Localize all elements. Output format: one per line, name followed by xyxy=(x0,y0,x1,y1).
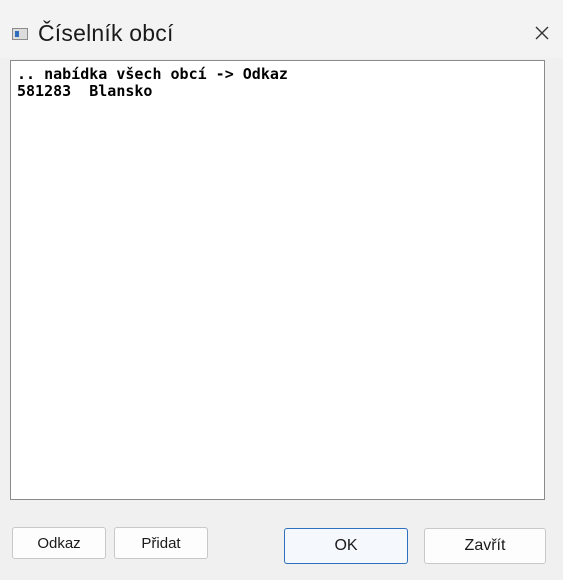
pridat-button[interactable]: Přidat xyxy=(114,527,208,559)
odkaz-button[interactable]: Odkaz xyxy=(12,527,106,559)
list-item[interactable]: .. nabídka všech obcí -> Odkaz xyxy=(11,66,544,83)
zavrit-button[interactable]: Zavřít xyxy=(424,528,546,564)
close-button[interactable] xyxy=(524,16,560,50)
list-item[interactable]: 581283 Blansko xyxy=(11,83,544,100)
municipality-listbox[interactable]: .. nabídka všech obcí -> Odkaz 581283 Bl… xyxy=(10,60,545,500)
ok-button[interactable]: OK xyxy=(284,528,408,564)
close-icon xyxy=(535,26,549,40)
dialog-window: Číselník obcí .. nabídka všech obcí -> O… xyxy=(0,0,563,580)
window-title: Číselník obcí xyxy=(38,20,174,46)
app-window-icon xyxy=(12,28,28,40)
title-bar: Číselník obcí xyxy=(0,0,563,58)
